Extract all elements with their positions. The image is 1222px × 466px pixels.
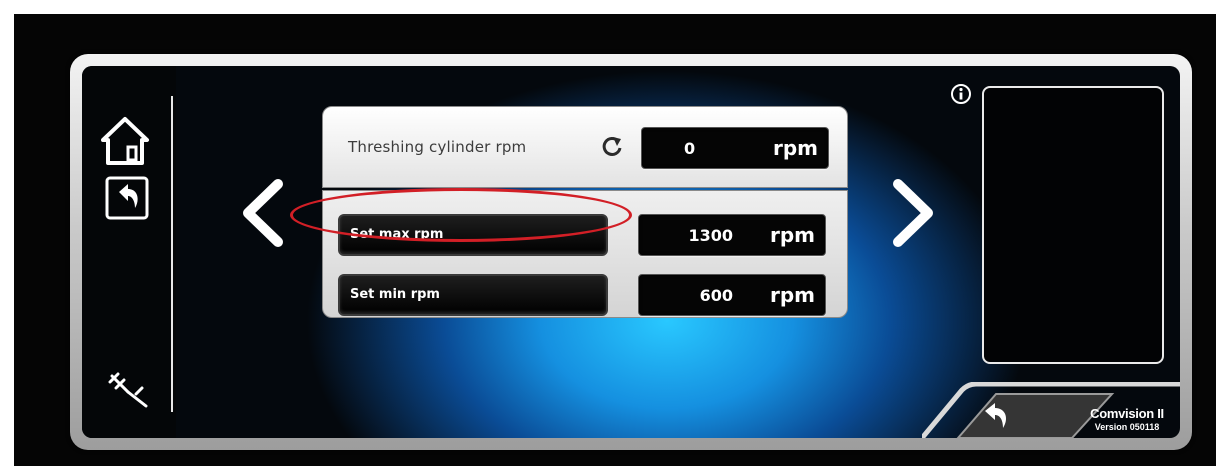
min-rpm-value: 600 bbox=[699, 286, 733, 305]
chevron-right-icon[interactable] bbox=[886, 178, 942, 248]
threshing-rpm-display: 0 rpm bbox=[641, 127, 829, 169]
brand-block: Comvision II Version 050118 bbox=[1077, 406, 1177, 432]
back-arrow-icon[interactable] bbox=[982, 402, 1012, 430]
min-rpm-unit: rpm bbox=[769, 283, 815, 307]
caliper-icon[interactable] bbox=[106, 362, 154, 410]
chevron-left-icon[interactable] bbox=[234, 178, 290, 248]
max-rpm-value: 1300 bbox=[688, 226, 733, 245]
max-rpm-unit: rpm bbox=[769, 223, 815, 247]
set-min-rpm-button[interactable]: Set min rpm bbox=[338, 274, 608, 316]
refresh-icon bbox=[599, 134, 625, 160]
max-rpm-display[interactable]: 1300 rpm bbox=[638, 214, 826, 256]
left-rail bbox=[82, 66, 176, 438]
set-max-rpm-button[interactable]: Set max rpm bbox=[338, 214, 608, 256]
home-icon[interactable] bbox=[100, 116, 150, 166]
rail-divider bbox=[171, 96, 173, 412]
min-rpm-display[interactable]: 600 rpm bbox=[638, 274, 826, 316]
rpm-settings-panel: Threshing cylinder rpm 0 rpm Set max rpm… bbox=[322, 106, 848, 318]
threshing-rpm-row: Threshing cylinder rpm 0 rpm bbox=[322, 106, 848, 188]
threshing-rpm-value: 0 bbox=[684, 139, 696, 158]
return-icon[interactable] bbox=[105, 176, 149, 220]
info-icon[interactable] bbox=[950, 83, 972, 105]
terminal-screen: Threshing cylinder rpm 0 rpm Set max rpm… bbox=[82, 66, 1180, 438]
set-min-rpm-label: Set min rpm bbox=[350, 287, 440, 302]
brand-name: Comvision II bbox=[1090, 406, 1164, 421]
threshing-rpm-unit: rpm bbox=[772, 136, 818, 160]
version-label: Version 050118 bbox=[1094, 422, 1160, 432]
threshing-rpm-label: Threshing cylinder rpm bbox=[348, 138, 527, 156]
side-display-panel bbox=[982, 86, 1164, 364]
set-max-rpm-label: Set max rpm bbox=[350, 227, 444, 242]
